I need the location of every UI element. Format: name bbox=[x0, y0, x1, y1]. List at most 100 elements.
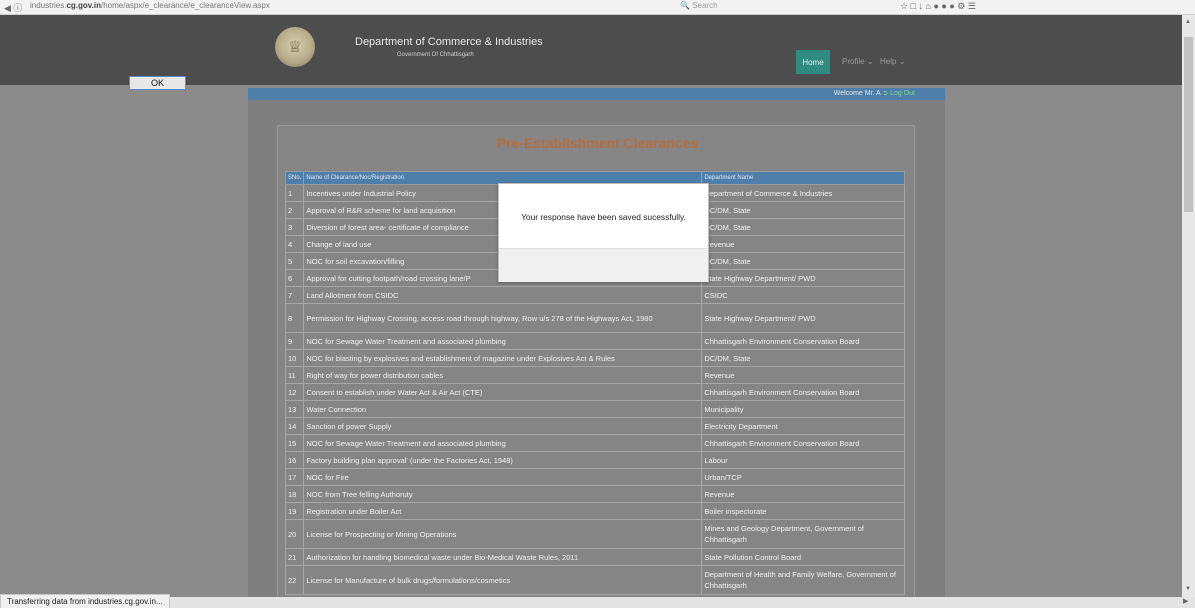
department-subtitle: Government Of Chhattisgarh bbox=[397, 52, 474, 58]
cell-name: Permission for Highway Crossing, access … bbox=[303, 303, 703, 333]
url-prefix: industries. bbox=[30, 1, 67, 10]
cell-sno: 11 bbox=[284, 366, 305, 384]
cell-sno: 22 bbox=[284, 565, 305, 595]
dialog-footer bbox=[499, 248, 708, 282]
welcome-text: Welcome Mr. A ➲ Log Out bbox=[834, 89, 915, 97]
welcome-user: Welcome Mr. A bbox=[833, 90, 881, 97]
nav-profile-label: Profile bbox=[842, 57, 865, 66]
cell-department: Mines and Geology Department, Government… bbox=[701, 519, 905, 549]
table-row: 12 Consent to establish under Water Act &… bbox=[284, 383, 905, 401]
cell-sno: 4 bbox=[284, 235, 305, 253]
cell-department: Labour bbox=[701, 451, 905, 469]
cell-department: Revenue bbox=[701, 485, 905, 503]
cell-name: NOC for Sewage Water Treatment and assoc… bbox=[303, 434, 703, 452]
logout-link[interactable]: ➲ Log Out bbox=[882, 90, 915, 97]
table-row: 10 NOC for blasting by explosives and est… bbox=[284, 349, 905, 367]
cell-sno: 12 bbox=[284, 383, 305, 401]
cell-name: Land Allotment from CSIDC bbox=[303, 286, 703, 304]
cell-sno: 15 bbox=[284, 434, 305, 452]
search-placeholder: Search bbox=[692, 1, 718, 10]
cell-department: Department of Health and Family Welfare,… bbox=[701, 565, 905, 595]
chevron-down-icon: ⌄ bbox=[898, 57, 906, 66]
department-title: Department of Commerce & Industries bbox=[355, 36, 543, 48]
cell-department: Revenue bbox=[701, 235, 905, 253]
ok-button[interactable]: OK bbox=[129, 76, 186, 90]
toolbar-icons[interactable]: ☆ □ ↓ ⌂ ● ● ● ⚙ ☰ bbox=[900, 1, 976, 12]
welcome-bar: Welcome Mr. A ➲ Log Out bbox=[248, 88, 945, 100]
url-path: /home/aspx/e_clearance/e_clearanceView.a… bbox=[101, 1, 270, 10]
cell-name: Consent to establish under Water Act & A… bbox=[303, 383, 703, 401]
nav-help[interactable]: Help ⌄ bbox=[880, 57, 905, 66]
cell-department: State Highway Department/ PWD bbox=[701, 269, 905, 287]
table-row: 14 Sanction of power Supply Electricity De… bbox=[284, 417, 905, 435]
cell-sno: 5 bbox=[284, 252, 305, 270]
cell-name: Right of way for power distribution cabl… bbox=[303, 366, 703, 384]
logout-label: Log Out bbox=[890, 90, 915, 97]
url-domain: cg.gov.in bbox=[66, 1, 101, 10]
nav-home[interactable]: Home bbox=[796, 50, 830, 74]
table-row: 15 NOC for Sewage Water Treatment and ass… bbox=[284, 434, 905, 452]
cell-name: License for Prospecting or Mining Operat… bbox=[303, 519, 703, 549]
cell-sno: 16 bbox=[284, 451, 305, 469]
site-header bbox=[0, 15, 1182, 85]
cell-sno: 19 bbox=[284, 502, 305, 520]
cell-sno: 20 bbox=[284, 519, 305, 549]
nav-profile[interactable]: Profile ⌄ bbox=[842, 57, 874, 66]
scroll-up-icon[interactable]: ▲ bbox=[1185, 19, 1191, 25]
cell-sno: 21 bbox=[284, 548, 305, 566]
cell-sno: 6 bbox=[284, 269, 305, 287]
cell-department: Revenue bbox=[701, 366, 905, 384]
cell-name: NOC for Fire bbox=[303, 468, 703, 486]
browser-status-bar: Transferring data from industries.cg.gov… bbox=[0, 594, 170, 608]
table-row: 20 License for Prospecting or Mining Oper… bbox=[284, 519, 905, 549]
cell-sno: 9 bbox=[284, 332, 305, 350]
cell-sno: 17 bbox=[284, 468, 305, 486]
cell-name: Water Connection bbox=[303, 400, 703, 418]
scrollbar-thumb[interactable] bbox=[1184, 37, 1193, 212]
cell-department: Department of Commerce & Industries bbox=[701, 184, 905, 202]
cell-department: DC/DM, State bbox=[701, 252, 905, 270]
nav-help-label: Help bbox=[880, 57, 897, 66]
table-row: 22 License for Manufacture of bulk drugs/… bbox=[284, 565, 905, 595]
cell-department: Municipality bbox=[701, 400, 905, 418]
column-header-sno: SNo. bbox=[284, 171, 305, 185]
cell-sno: 8 bbox=[284, 303, 305, 333]
search-box[interactable]: 🔍 Search bbox=[680, 1, 718, 10]
browser-toolbar: ◀ ⓘ industries.cg.gov.in/home/aspx/e_cle… bbox=[0, 0, 1195, 15]
scroll-right-icon[interactable]: ▶ bbox=[1183, 597, 1188, 605]
vertical-scrollbar[interactable]: ▲ ▼ bbox=[1182, 15, 1195, 608]
cell-department: CSIDC bbox=[701, 286, 905, 304]
table-row: 13 Water Connection Municipality bbox=[284, 400, 905, 418]
alert-dialog: Your response have been saved sucessfull… bbox=[498, 183, 709, 282]
cell-name: NOC for Sewage Water Treatment and assoc… bbox=[303, 332, 703, 350]
page-title: Pre-Establishment Clearances bbox=[0, 135, 1195, 151]
table-row: 11 Right of way for power distribution ca… bbox=[284, 366, 905, 384]
horizontal-scrollbar[interactable]: ▶ bbox=[0, 597, 1195, 608]
cell-department: Boiler inspectorate bbox=[701, 502, 905, 520]
cell-sno: 18 bbox=[284, 485, 305, 503]
table-row: 7 Land Allotment from CSIDC CSIDC bbox=[284, 286, 905, 304]
cell-department: Urban/TCP bbox=[701, 468, 905, 486]
state-emblem-logo: ♕ bbox=[275, 27, 315, 67]
back-icon[interactable]: ◀ ⓘ bbox=[4, 1, 22, 14]
cell-department: Chhattisgarh Environment Conservation Bo… bbox=[701, 434, 905, 452]
address-bar[interactable]: industries.cg.gov.in/home/aspx/e_clearan… bbox=[30, 1, 270, 10]
dialog-message: Your response have been saved sucessfull… bbox=[521, 212, 686, 222]
cell-sno: 3 bbox=[284, 218, 305, 236]
cell-department: DC/DM, State bbox=[701, 218, 905, 236]
cell-sno: 7 bbox=[284, 286, 305, 304]
cell-sno: 13 bbox=[284, 400, 305, 418]
table-row: 19 Registration under Boiler Act Boiler in… bbox=[284, 502, 905, 520]
table-row: 21 Authorization for handling biomedical … bbox=[284, 548, 905, 566]
cell-name: NOC from Tree felling Authoruty bbox=[303, 485, 703, 503]
cell-name: Factory building plan approval' (under t… bbox=[303, 451, 703, 469]
scroll-down-icon[interactable]: ▼ bbox=[1185, 586, 1191, 592]
cell-department: DC/DM, State bbox=[701, 201, 905, 219]
table-row: 17 NOC for Fire Urban/TCP bbox=[284, 468, 905, 486]
table-row: 8 Permission for Highway Crossing, access… bbox=[284, 303, 905, 333]
cell-name: Authorization for handling biomedical wa… bbox=[303, 548, 703, 566]
cell-sno: 10 bbox=[284, 349, 305, 367]
cell-department: Electricity Department bbox=[701, 417, 905, 435]
cell-department: Chhattisgarh Environment Conservation Bo… bbox=[701, 332, 905, 350]
cell-name: NOC for blasting by explosives and estab… bbox=[303, 349, 703, 367]
